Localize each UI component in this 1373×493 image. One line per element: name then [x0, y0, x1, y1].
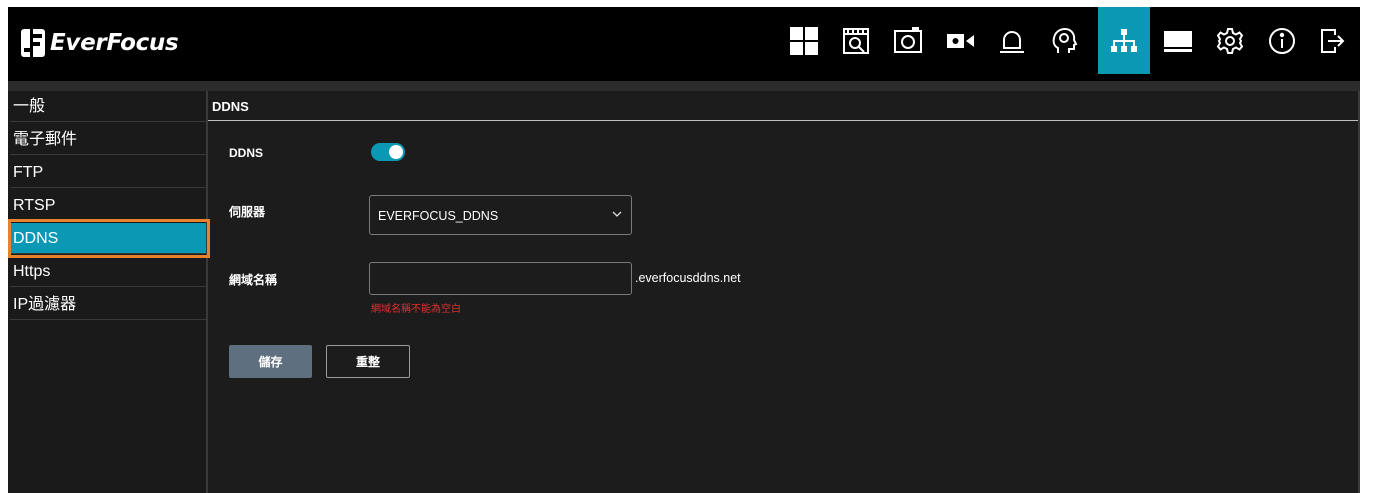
domain-suffix: .everfocusddns.net [635, 271, 741, 285]
network-icon[interactable] [1098, 7, 1150, 74]
sidebar-item-label: RTSP [13, 197, 56, 214]
ddns-toggle[interactable] [371, 143, 405, 161]
storage-icon[interactable] [1152, 7, 1204, 74]
alarm-bell-icon[interactable] [986, 7, 1038, 74]
top-toolbar: EverFocus [8, 7, 1360, 81]
sidebar-item-general[interactable]: 一般 [10, 91, 206, 122]
toolbar-shadow [8, 81, 1360, 91]
toggle-knob [389, 145, 403, 159]
domain-label: 網域名稱 [229, 273, 278, 287]
domain-name-input[interactable] [369, 262, 632, 295]
title-divider [208, 120, 1360, 121]
settings-gear-icon[interactable] [1204, 7, 1256, 74]
info-icon[interactable] [1256, 7, 1308, 74]
chevron-down-icon [612, 211, 622, 217]
sidebar-item-https[interactable]: Https [10, 256, 206, 287]
camera-icon[interactable] [934, 7, 986, 74]
sidebar-item-email[interactable]: 電子郵件 [10, 124, 206, 155]
sidebar-item-rtsp[interactable]: RTSP [10, 190, 206, 221]
page-title: DDNS [212, 99, 249, 114]
sidebar-item-label: 電子郵件 [13, 131, 78, 148]
ddns-label: DDNS [229, 146, 264, 160]
settings-sidebar: 一般 電子郵件 FTP RTSP DDNS Https IP過濾器 [8, 91, 207, 493]
server-select-value: EVERFOCUS_DDNS [378, 209, 499, 223]
sidebar-item-label: 一般 [13, 98, 46, 115]
sidebar-item-ip-filter[interactable]: IP過濾器 [10, 289, 206, 320]
app-window: EverFocus 一般 電子郵件 FTP RTSP DDNS Https IP… [8, 7, 1360, 493]
sidebar-item-label: DDNS [13, 230, 59, 247]
sidebar-item-ddns[interactable]: DDNS [10, 223, 206, 254]
sidebar-item-label: Https [13, 263, 51, 280]
save-button[interactable]: 儲存 [229, 345, 312, 378]
sidebar-item-ftp[interactable]: FTP [10, 157, 206, 188]
grid-layout-icon[interactable] [778, 7, 830, 74]
sidebar-item-label: IP過濾器 [13, 296, 77, 313]
right-border [1358, 91, 1360, 493]
playback-search-icon[interactable] [830, 7, 882, 74]
reset-button[interactable]: 重整 [326, 345, 410, 378]
ddns-panel: DDNS DDNS 伺服器 EVERFOCUS_DDNS 網域名稱 .everf… [208, 91, 1360, 493]
logout-icon[interactable] [1306, 7, 1358, 74]
ai-head-icon[interactable] [1038, 7, 1090, 74]
snapshot-icon[interactable] [882, 7, 934, 74]
server-select[interactable]: EVERFOCUS_DDNS [369, 195, 632, 235]
domain-error-text: 網域名稱不能為空白 [371, 304, 461, 315]
sidebar-item-label: FTP [13, 164, 44, 181]
server-label: 伺服器 [229, 205, 266, 219]
